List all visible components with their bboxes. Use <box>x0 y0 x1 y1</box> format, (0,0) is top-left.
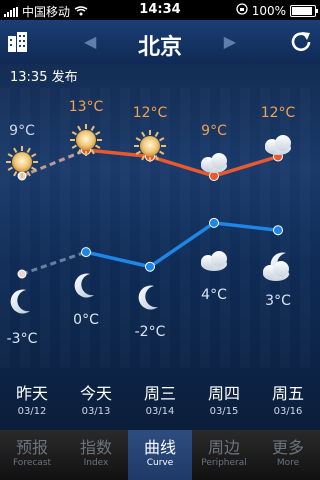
tab-bar: 预报 Forecast 指数 Index 曲线 Curve 周边 Periphe… <box>0 430 320 480</box>
city-title: 北京 <box>137 35 182 60</box>
low-point <box>209 217 219 228</box>
day-date: 03/14 <box>145 406 175 417</box>
sun-icon <box>6 146 38 178</box>
tab-sublabel: More <box>276 458 300 468</box>
high-temp-label: 12°C <box>260 105 296 121</box>
day-date: 03/15 <box>209 406 239 417</box>
day-name: 周四 <box>207 384 240 403</box>
high-temp-label: 9°C <box>9 123 35 139</box>
low-point <box>273 225 283 236</box>
day-name: 今天 <box>79 384 112 403</box>
low-point <box>17 269 27 279</box>
header-bar: ◀ 北京 ▶ <box>0 20 320 64</box>
tab-label: 更多 <box>271 438 304 457</box>
refresh-icon[interactable] <box>288 29 314 55</box>
high-temp-label: 12°C <box>132 105 168 121</box>
publish-time: 13:35 发布 <box>10 70 78 85</box>
low-point <box>145 261 155 272</box>
column-shade <box>300 88 310 368</box>
low-temp-label: 4°C <box>201 287 227 303</box>
high-temp-label: 13°C <box>68 99 104 115</box>
tab-label: 指数 <box>79 438 112 457</box>
tab-forecast[interactable]: 预报 Forecast <box>0 430 64 480</box>
day-column: 周三 03/14 <box>128 380 192 417</box>
tab-index[interactable]: 指数 Index <box>64 430 128 480</box>
battery-percent: 100% <box>251 3 286 18</box>
weather-app: 中国移动 14:34 100% ◀ 北京 ▶ 13:35 发布 9°C 13°C… <box>0 0 320 480</box>
tab-curve[interactable]: 曲线 Curve <box>128 430 192 480</box>
temperature-curve-chart: 9°C 13°C 12°C 9°C 12°C -3°C 0°C -2°C 4°C 3°C <box>0 88 320 368</box>
day-name: 周三 <box>143 384 176 403</box>
tab-label: 周边 <box>207 438 240 457</box>
day-date: 03/16 <box>273 406 303 417</box>
tab-label: 预报 <box>15 438 48 457</box>
low-temp-label: -3°C <box>6 331 38 347</box>
tab-label: 曲线 <box>143 438 176 457</box>
tab-peripheral[interactable]: 周边 Peripheral <box>192 430 256 480</box>
day-column: 今天 03/13 <box>64 380 128 417</box>
low-point <box>81 247 91 258</box>
low-temp-label: 0°C <box>73 312 99 328</box>
day-column: 周四 03/15 <box>192 380 256 417</box>
tab-sublabel: Index <box>83 458 109 468</box>
high-temp-label: 9°C <box>201 123 227 139</box>
day-name: 周五 <box>271 384 304 403</box>
low-temp-label: -2°C <box>134 324 166 340</box>
low-line-past <box>21 250 87 276</box>
lock-rotation-icon <box>236 3 248 18</box>
tab-sublabel: Peripheral <box>201 458 247 468</box>
day-column: 周五 03/16 <box>256 380 320 417</box>
next-city-arrow[interactable]: ▶ <box>224 32 236 51</box>
day-date: 03/13 <box>81 406 111 417</box>
day-name: 昨天 <box>15 384 48 403</box>
battery-icon <box>290 4 318 17</box>
tab-sublabel: Forecast <box>12 458 52 468</box>
day-date: 03/12 <box>17 406 47 417</box>
low-temp-label: 3°C <box>265 293 291 309</box>
column-shade <box>180 88 190 368</box>
tab-sublabel: Curve <box>146 458 174 468</box>
tab-more[interactable]: 更多 More <box>256 430 320 480</box>
day-column: 昨天 03/12 <box>0 380 64 417</box>
status-bar: 中国移动 14:34 100% <box>0 0 320 20</box>
